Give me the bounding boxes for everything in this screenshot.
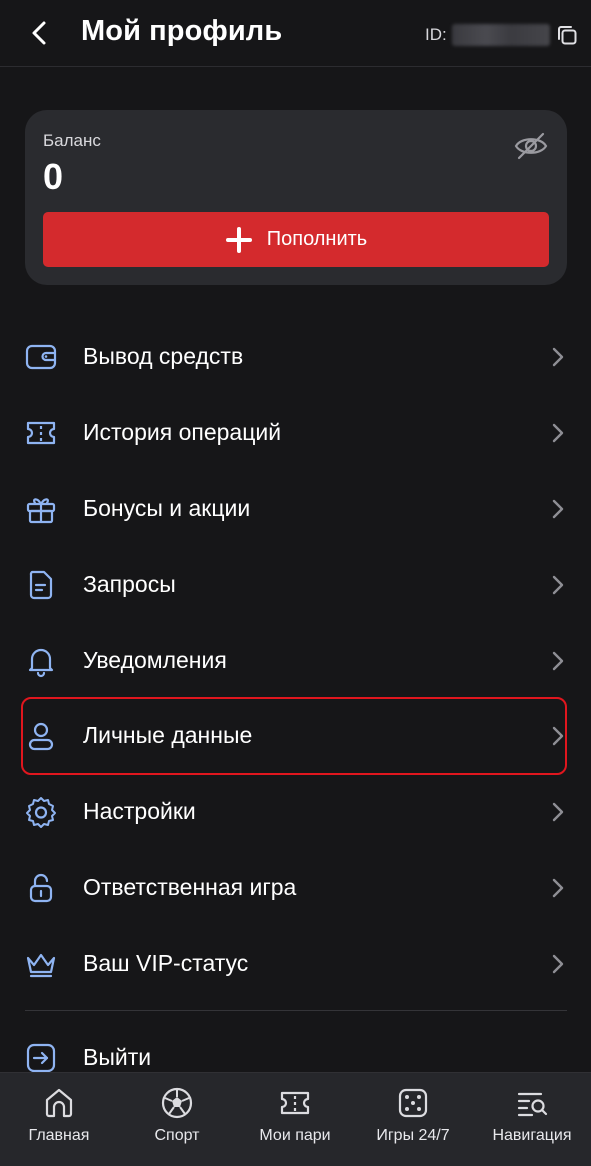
menu-item-label: Запросы [83, 571, 176, 597]
menu-item-label: Ответственная игра [83, 874, 297, 900]
gift-icon [26, 498, 56, 524]
nav-label: Игры 24/7 [376, 1127, 450, 1144]
nav-item-home[interactable]: Главная [0, 1073, 118, 1166]
menu-item-bonuses[interactable]: Бонусы и акции [0, 471, 591, 547]
user-id-value-blurred [452, 24, 550, 46]
topup-label: Пополнить [266, 228, 368, 250]
bell-icon [28, 648, 54, 678]
menu-item-vip-status[interactable]: Ваш VIP-статус [0, 926, 591, 1002]
menu-item-notifications[interactable]: Уведомления [0, 623, 591, 699]
nav-item-games[interactable]: Игры 24/7 [354, 1073, 472, 1166]
nav-label: Спорт [154, 1127, 200, 1144]
chevron-right-icon [552, 499, 564, 519]
chevron-right-icon [552, 878, 564, 898]
eye-off-icon [514, 132, 548, 160]
nav-label: Мои пари [259, 1127, 331, 1144]
menu-item-label: Ваш VIP-статус [83, 950, 249, 976]
copy-icon [558, 26, 577, 45]
nav-item-my-bets[interactable]: Мои пари [236, 1073, 354, 1166]
ticket-icon [280, 1091, 310, 1115]
dice-icon [398, 1088, 428, 1118]
logout-icon [26, 1043, 56, 1073]
chevron-left-icon [32, 21, 46, 45]
home-icon [45, 1088, 73, 1118]
user-id-label: ID: [425, 25, 447, 44]
nav-item-navigation[interactable]: Навигация [473, 1073, 591, 1166]
logout-label: Выйти [83, 1044, 152, 1070]
chevron-right-icon [552, 802, 564, 822]
lock-icon [29, 873, 53, 903]
balance-value: 0 [43, 156, 64, 197]
document-icon [29, 570, 53, 600]
header: Мой профиль ID: [0, 0, 591, 67]
chevron-right-icon [552, 954, 564, 974]
menu-item-label: История операций [83, 419, 282, 445]
menu-item-label: Настройки [83, 798, 196, 824]
gear-icon [26, 797, 56, 828]
balance-label: Баланс [43, 131, 101, 150]
chevron-right-icon [552, 651, 564, 671]
nav-item-sport[interactable]: Спорт [118, 1073, 236, 1166]
crown-icon [26, 953, 56, 978]
menu-item-label: Вывод средств [83, 343, 244, 369]
copy-id-button[interactable] [556, 24, 578, 46]
chevron-right-icon [552, 575, 564, 595]
ticket-icon [26, 421, 56, 445]
user-icon [28, 722, 54, 751]
chevron-right-icon [552, 423, 564, 443]
balance-card: Баланс 0 Пополнить [25, 110, 567, 285]
soccer-ball-icon [161, 1087, 193, 1119]
profile-screen: Мой профиль ID: Баланс 0 Пополнить Вывод… [0, 0, 591, 1166]
menu-item-label: Личные данные [83, 722, 253, 748]
plus-icon [225, 226, 252, 253]
nav-label: Главная [28, 1127, 90, 1144]
wallet-icon [25, 344, 57, 370]
menu-item-responsible-gaming[interactable]: Ответственная игра [0, 850, 591, 926]
menu-item-label: Уведомления [83, 647, 227, 673]
back-button[interactable] [22, 16, 56, 50]
nav-label: Навигация [492, 1127, 572, 1144]
chevron-right-icon [552, 726, 564, 746]
page-title: Мой профиль [81, 15, 283, 47]
menu-item-settings[interactable]: Настройки [0, 774, 591, 850]
chevron-right-icon [552, 347, 564, 367]
topup-button[interactable]: Пополнить [43, 212, 549, 267]
menu-item-personal-data[interactable]: Личные данные [0, 698, 591, 774]
menu-item-label: Бонусы и акции [83, 495, 251, 521]
menu-item-withdraw[interactable]: Вывод средств [0, 319, 591, 395]
menu-search-icon [517, 1092, 548, 1117]
bottom-nav: Главная Спорт Мои пари Игры 24/7 Навигац… [0, 1072, 591, 1166]
menu-item-history[interactable]: История операций [0, 395, 591, 471]
divider [25, 1010, 567, 1011]
menu-item-requests[interactable]: Запросы [0, 547, 591, 623]
hide-balance-button[interactable] [513, 130, 549, 162]
